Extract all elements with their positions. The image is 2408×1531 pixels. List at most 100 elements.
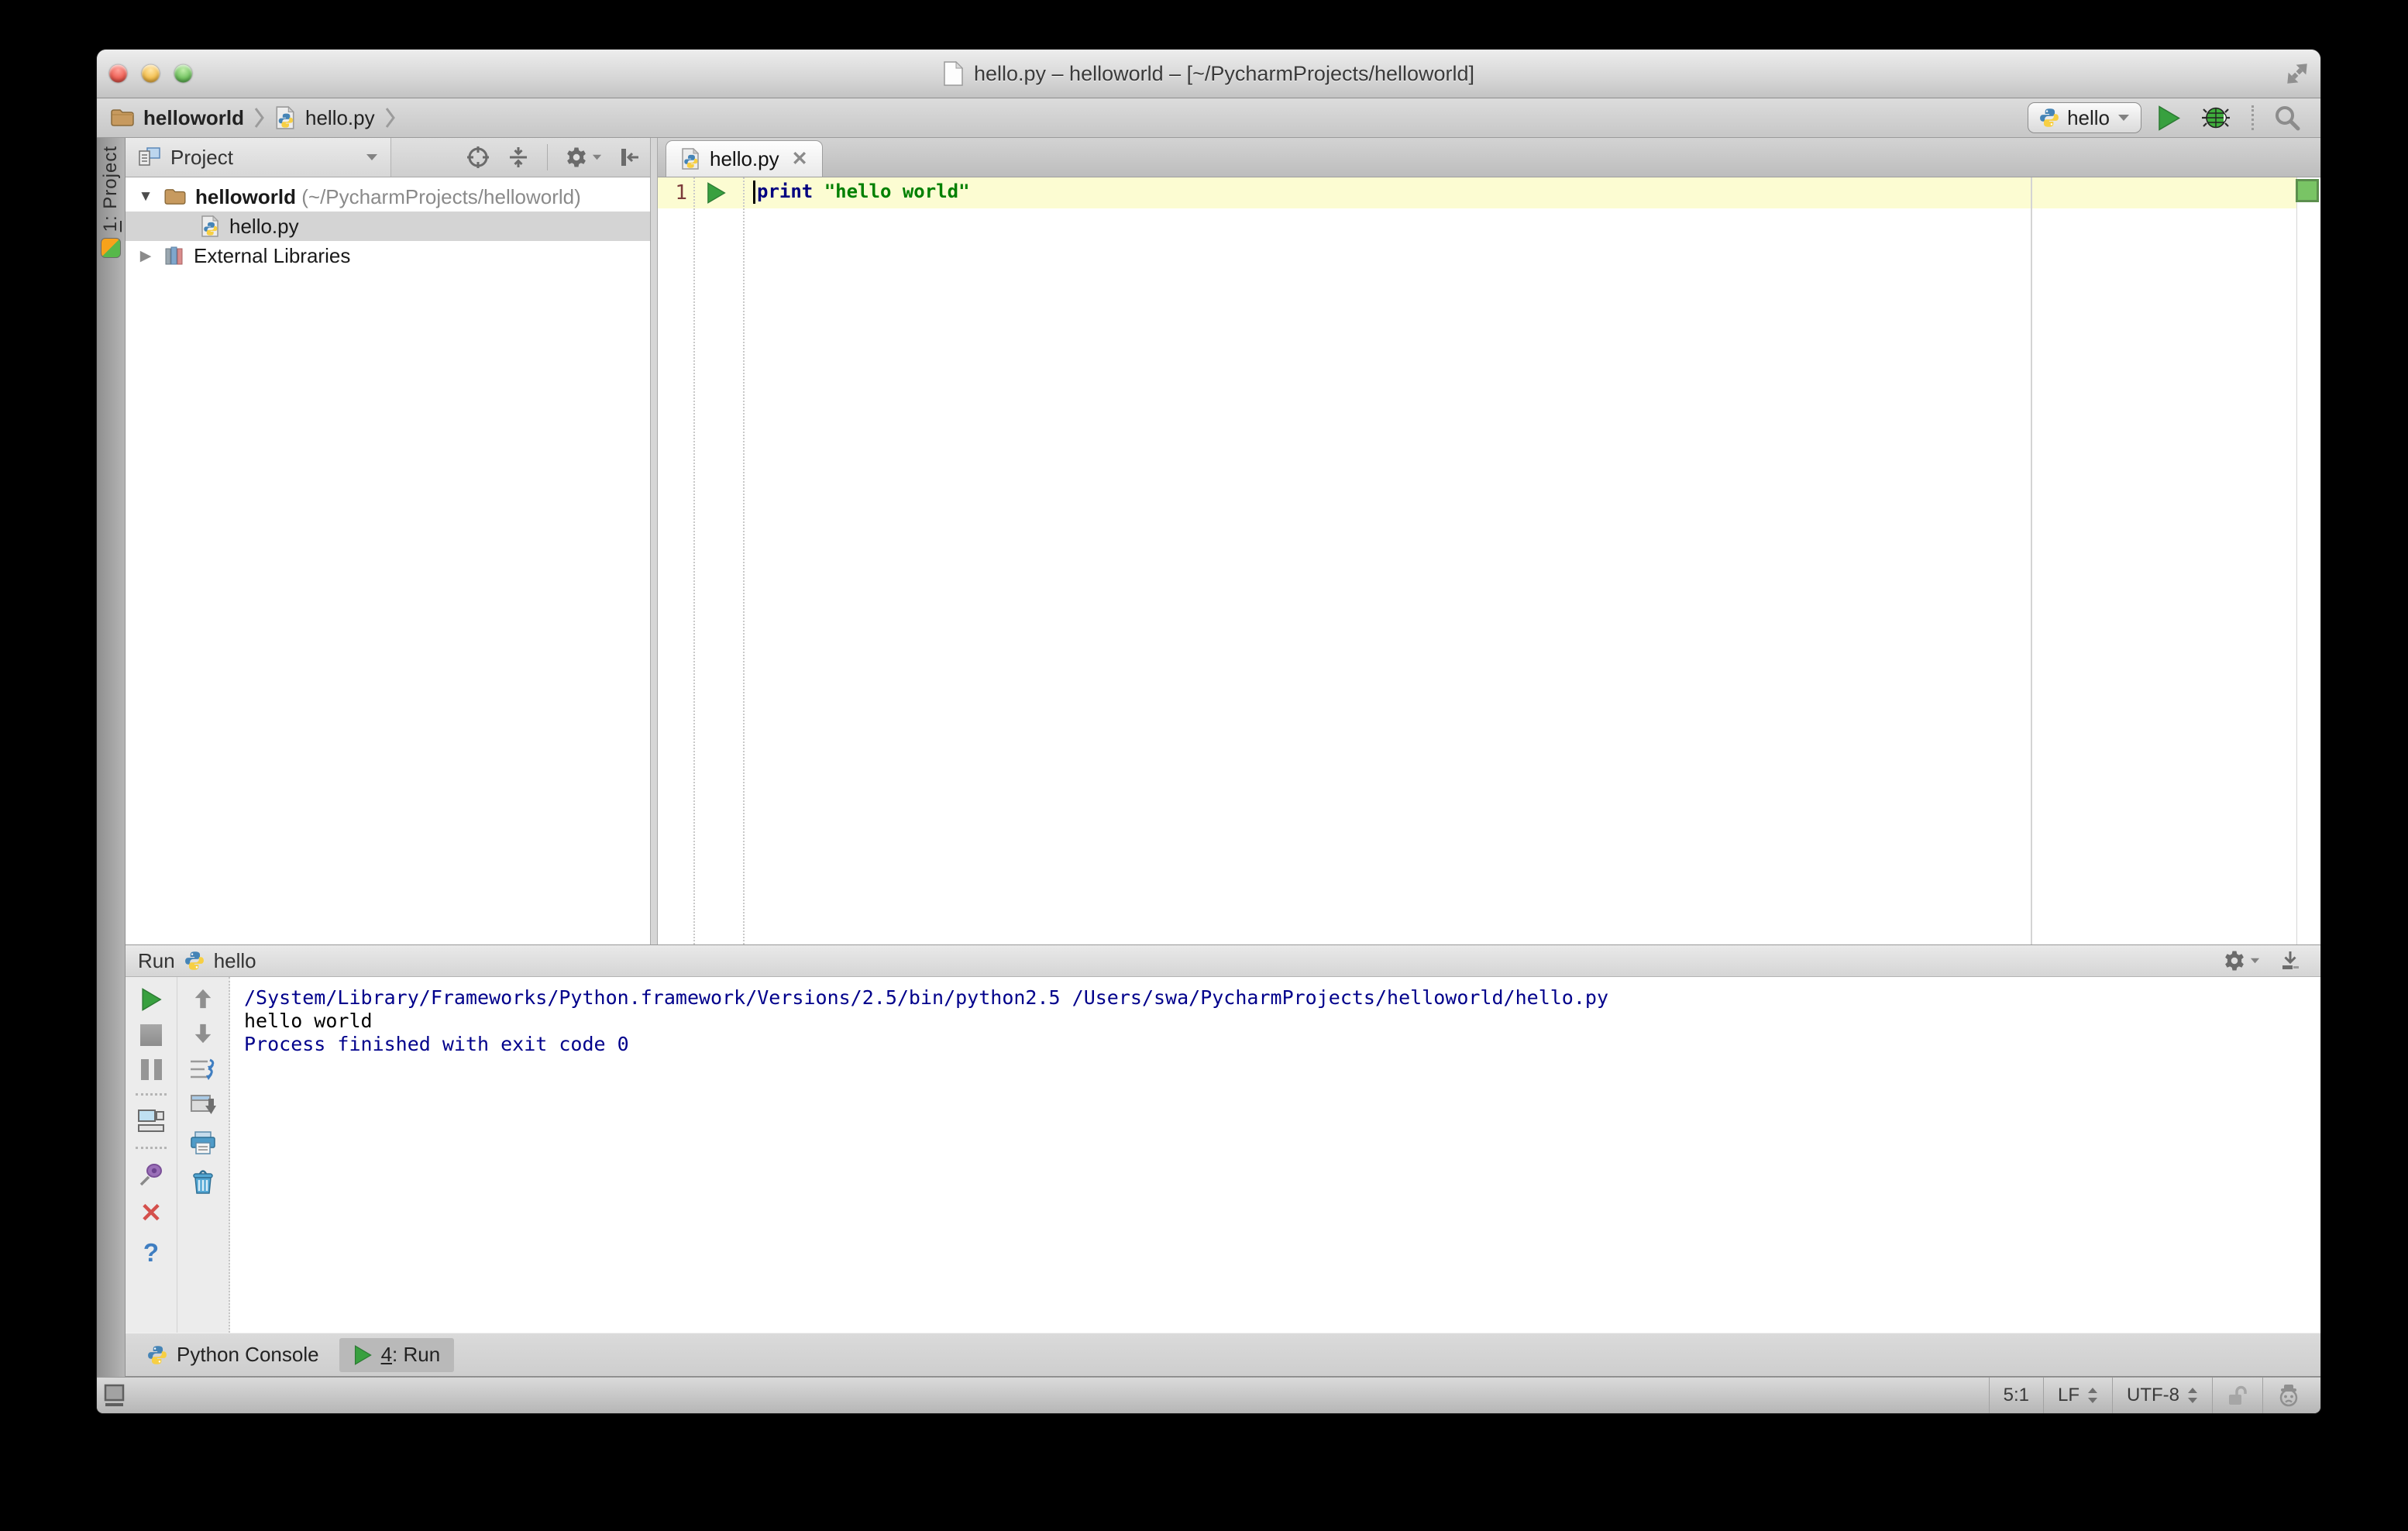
unlock-icon (2229, 1385, 2247, 1405)
dock-panel-icon[interactable] (2280, 950, 2300, 972)
pin-tab-icon[interactable] (139, 1162, 163, 1187)
project-view-label: Project (170, 145, 233, 169)
document-icon (944, 61, 963, 86)
inspection-profile-widget[interactable] (2262, 1378, 2314, 1413)
readonly-toggle[interactable] (2212, 1378, 2262, 1413)
line-separator-widget[interactable]: LF (2042, 1378, 2112, 1413)
run-control-toolbar: ✕ ? (126, 977, 177, 1333)
help-icon[interactable]: ? (143, 1240, 159, 1265)
caret-collapsed-icon[interactable]: ▶ (136, 247, 155, 265)
python-console-button[interactable]: Python Console (133, 1338, 333, 1372)
code-line-1[interactable]: print "hello world" (753, 181, 970, 204)
breadcrumb: helloworld hello.py (111, 106, 396, 130)
down-stacktrace-icon[interactable] (193, 1023, 213, 1044)
breadcrumb-file[interactable]: hello.py (305, 106, 375, 130)
gear-icon (2223, 949, 2246, 972)
search-everywhere-button[interactable] (2268, 105, 2307, 131)
line-number: 1 (675, 181, 687, 205)
toolwindow-toggle-icon[interactable] (103, 1383, 126, 1408)
traffic-lights (109, 64, 192, 83)
close-panel-icon[interactable]: ✕ (140, 1200, 163, 1227)
bug-icon (2202, 107, 2230, 129)
toolbar-separator (2251, 105, 2254, 130)
run-config-label: hello (213, 948, 256, 972)
console-line: hello world (244, 1010, 373, 1032)
tree-file-name: hello.py (229, 214, 299, 238)
status-bar: 5:1 LF UTF-8 (97, 1377, 2320, 1413)
panel-splitter[interactable] (650, 138, 658, 944)
text-cursor (753, 181, 755, 204)
navigation-bar: helloworld hello.py hello (97, 98, 2320, 138)
panel-settings-button[interactable] (565, 146, 602, 169)
inspection-status-indicator[interactable] (2296, 179, 2319, 202)
tab-hello-py[interactable]: hello.py ✕ (666, 140, 823, 177)
clear-console-icon[interactable] (191, 1168, 215, 1195)
run-panel-settings-button[interactable] (2223, 949, 2260, 972)
folder-icon (164, 189, 186, 205)
zoom-window-button[interactable] (174, 64, 192, 83)
caret-position: 5:1 (2003, 1385, 2029, 1405)
line-separator: LF (2057, 1385, 2079, 1405)
window-title-group: hello.py – helloworld – [~/PycharmProjec… (943, 61, 1474, 86)
fullscreen-arrows-icon[interactable] (2283, 61, 2311, 86)
project-view-selector[interactable]: Project (126, 138, 391, 177)
code-string: "hello world" (824, 181, 970, 202)
close-window-button[interactable] (109, 64, 127, 83)
debug-button[interactable] (2196, 105, 2238, 130)
updown-arrows-icon (2088, 1388, 2097, 1403)
tree-row-project-root[interactable]: ▼ helloworld (~/PycharmProjects/hellowor… (126, 182, 650, 212)
folder-icon (111, 109, 134, 126)
libraries-icon (165, 246, 183, 265)
scroll-from-source-icon[interactable] (466, 146, 490, 169)
toolbar-separator (547, 144, 548, 170)
error-stripe[interactable] (2296, 177, 2320, 944)
editor-tab-bar: hello.py ✕ (658, 138, 2320, 177)
tool-window-bar: Python Console 4: Run (126, 1333, 2320, 1377)
run-toolwindow-button[interactable]: 4: Run (339, 1337, 455, 1372)
project-toolwindow-button[interactable]: 1: Project (97, 146, 125, 259)
title-bar[interactable]: hello.py – helloworld – [~/PycharmProjec… (97, 50, 2320, 98)
run-icon (2157, 105, 2180, 131)
encoding-widget[interactable]: UTF-8 (2112, 1378, 2212, 1413)
up-stacktrace-icon[interactable] (193, 988, 213, 1010)
pycharm-logo-icon (101, 238, 121, 259)
project-tree: ▼ helloworld (~/PycharmProjects/hellowor… (126, 177, 650, 944)
pause-output-icon[interactable] (140, 1059, 162, 1080)
rerun-icon[interactable] (140, 988, 162, 1011)
run-toolwindow-label: 4: Run (380, 1343, 441, 1366)
gutter-run-icon[interactable] (706, 182, 726, 204)
chevron-down-icon (592, 154, 602, 160)
external-libraries-label: External Libraries (194, 243, 351, 267)
run-icon (353, 1345, 372, 1365)
scroll-to-end-icon[interactable] (190, 1094, 216, 1117)
toolbar-separator (136, 1147, 167, 1149)
code-editor[interactable]: 1 print "hello world" (658, 177, 2320, 944)
tree-row-hello-py[interactable]: hello.py (126, 212, 650, 241)
print-icon[interactable] (190, 1130, 216, 1155)
minimize-window-button[interactable] (142, 64, 160, 83)
python-file-icon (200, 215, 220, 237)
caret-position-widget[interactable]: 5:1 (1988, 1378, 2043, 1413)
tab-label: hello.py (710, 146, 779, 170)
close-tab-icon[interactable]: ✕ (789, 147, 808, 170)
console-line: /System/Library/Frameworks/Python.framew… (244, 986, 1608, 1009)
run-configuration-select[interactable]: hello (2028, 102, 2141, 133)
window-title: hello.py – helloworld – [~/PycharmProjec… (973, 61, 1475, 85)
caret-expanded-icon[interactable]: ▼ (136, 188, 155, 205)
console-output[interactable]: /System/Library/Frameworks/Python.framew… (230, 977, 2320, 1333)
run-tool-window: Run hello ✕ ? /System/Library/Frameworks… (126, 944, 2320, 1333)
run-button[interactable] (2151, 105, 2186, 131)
chevron-down-icon (2117, 114, 2130, 122)
pycharm-window: hello.py – helloworld – [~/PycharmProjec… (97, 50, 2320, 1413)
soft-wrap-icon[interactable] (189, 1058, 217, 1081)
run-configuration-name: hello (2067, 105, 2110, 129)
stop-icon[interactable] (140, 1024, 162, 1046)
hide-panel-icon[interactable] (619, 146, 639, 168)
hector-inspector-icon (2279, 1385, 2298, 1407)
tree-row-external-libraries[interactable]: ▶ External Libraries (126, 241, 650, 270)
collapse-all-icon[interactable] (507, 146, 530, 169)
breadcrumb-project[interactable]: helloworld (143, 106, 244, 130)
console-line: Process finished with exit code 0 (244, 1033, 629, 1055)
python-console-label: Python Console (177, 1343, 319, 1366)
restore-layout-icon[interactable] (137, 1109, 165, 1134)
